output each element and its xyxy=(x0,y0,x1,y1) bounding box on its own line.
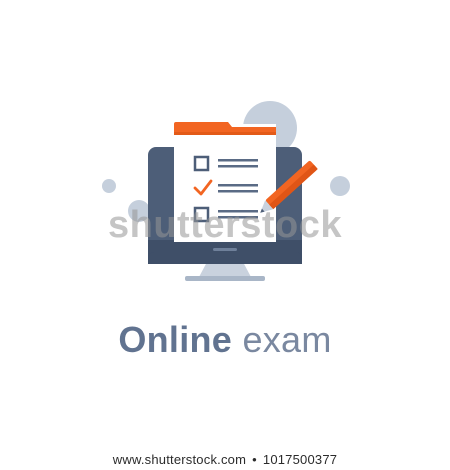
bubble-small-left xyxy=(102,179,116,193)
monitor-stand xyxy=(185,262,265,281)
footer-image-id: 1017500377 xyxy=(262,452,338,467)
caption: Online exam xyxy=(0,318,450,362)
footer: www.shutterstock.com • 1017500377 xyxy=(0,452,450,467)
footer-separator: • xyxy=(252,452,257,467)
caption-light: exam xyxy=(242,319,332,360)
caption-bold: Online xyxy=(118,319,233,360)
watermark: shutterstock xyxy=(107,204,343,246)
footer-url: www.shutterstock.com xyxy=(112,452,247,467)
bubble-small-right xyxy=(330,176,350,196)
